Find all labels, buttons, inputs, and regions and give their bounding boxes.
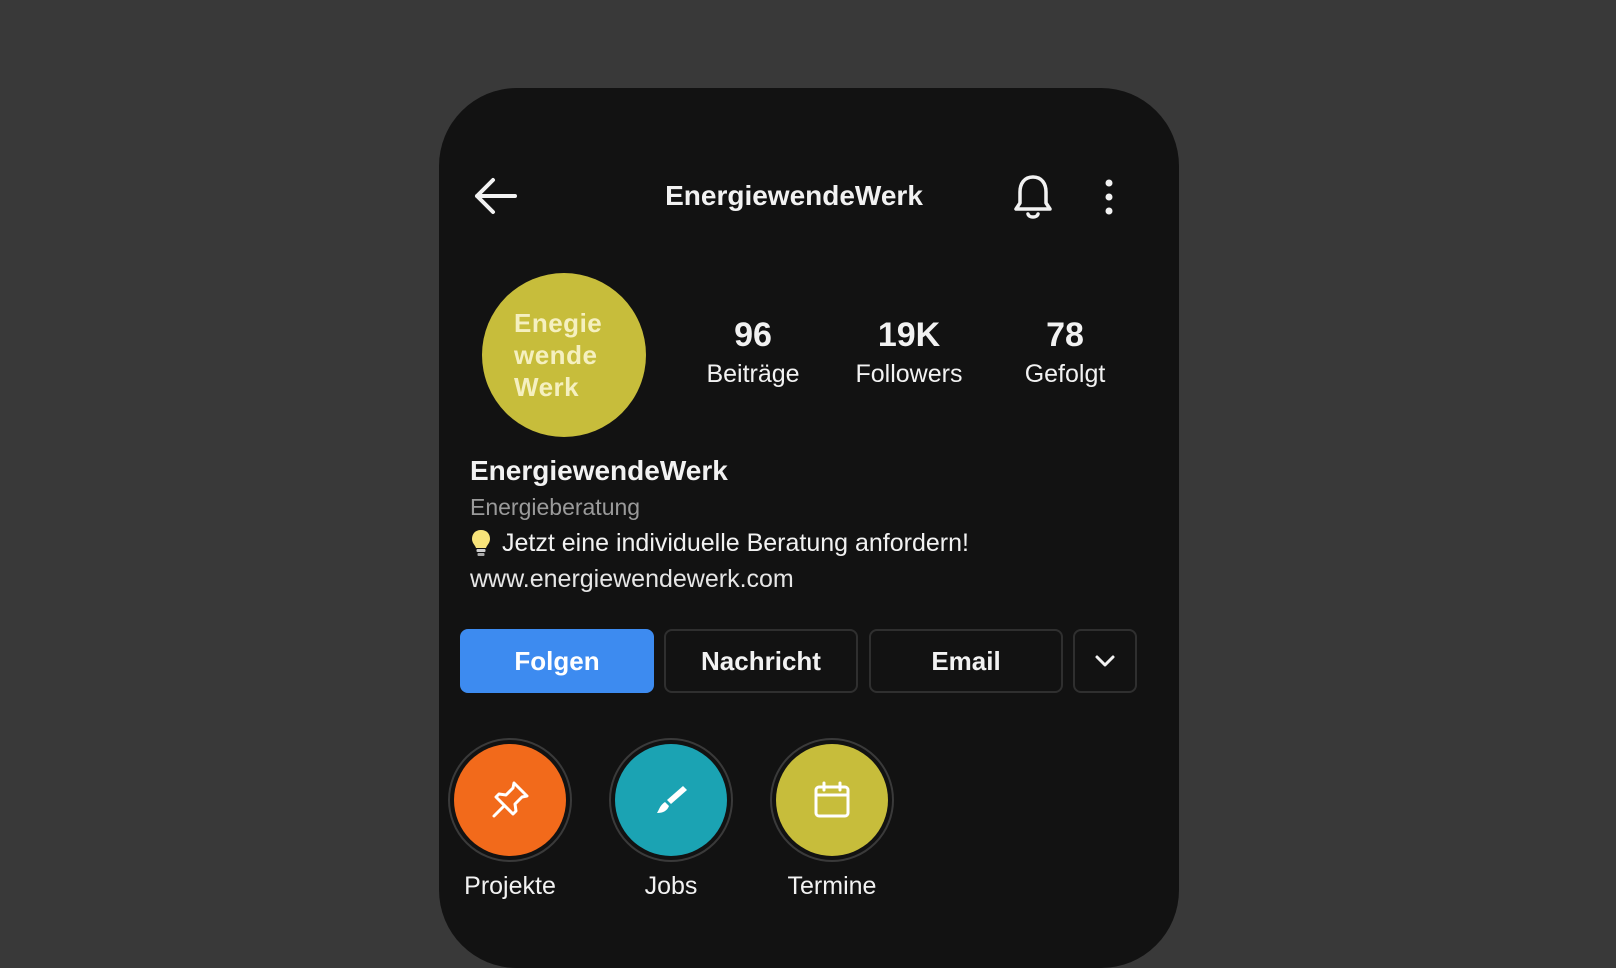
stat-posts-label: Beiträge <box>706 360 800 388</box>
highlight-ring <box>609 738 733 862</box>
pin-icon <box>492 781 529 818</box>
email-button[interactable]: Email <box>869 629 1063 693</box>
follow-button[interactable]: Folgen <box>460 629 654 693</box>
highlight-ring <box>448 738 572 862</box>
back-arrow-icon[interactable] <box>469 174 521 218</box>
profile-avatar[interactable]: Enegie wende Werk <box>482 273 646 437</box>
stat-followers-value: 19K <box>877 316 941 354</box>
stat-followers-label: Followers <box>855 360 963 388</box>
stat-posts-value: 96 <box>734 316 772 354</box>
avatar-line-3: Werk <box>514 372 580 402</box>
message-button[interactable]: Nachricht <box>664 629 858 693</box>
highlight-label: Jobs <box>644 872 698 900</box>
profile-name: EnergiewendeWerk <box>470 455 728 486</box>
avatar-line-1: Enegie <box>514 308 603 338</box>
stat-following-value: 78 <box>1046 316 1084 354</box>
profile-category: Energieberatung <box>470 494 641 520</box>
more-options-icon[interactable] <box>1101 176 1117 218</box>
brush-icon <box>657 786 687 813</box>
profile-title: EnergiewendeWerk <box>665 180 923 211</box>
stat-following[interactable]: 78 Gefolgt <box>990 315 1140 391</box>
highlight-circle <box>615 744 727 856</box>
lightbulb-icon <box>472 530 490 556</box>
highlight-label: Projekte <box>464 872 556 900</box>
highlight-label: Termine <box>787 872 877 900</box>
highlight-projects[interactable]: Projekte <box>445 738 575 901</box>
highlight-ring <box>770 738 894 862</box>
highlight-events[interactable]: Termine <box>767 738 897 901</box>
calendar-icon <box>814 781 850 818</box>
stat-posts[interactable]: 96 Beiträge <box>678 315 828 391</box>
bell-icon[interactable] <box>1011 172 1055 222</box>
profile-bio: Jetzt eine individuelle Beratung anforde… <box>470 528 969 558</box>
profile-bio-text: Jetzt eine individuelle Beratung anforde… <box>502 528 969 557</box>
stat-following-label: Gefolgt <box>1024 360 1106 388</box>
avatar-logo-text: Enegie wende Werk <box>514 307 614 403</box>
chevron-down-icon <box>1095 655 1115 667</box>
profile-website-link[interactable]: www.energiewendewerk.com <box>470 565 794 594</box>
highlight-jobs[interactable]: Jobs <box>606 738 736 901</box>
highlight-circle <box>454 744 566 856</box>
avatar-line-2: wende <box>514 340 598 370</box>
phone-frame: EnergiewendeWerk Enegie wende Werk 96 Be… <box>439 88 1179 968</box>
stat-followers[interactable]: 19K Followers <box>834 315 984 391</box>
highlight-circle <box>776 744 888 856</box>
suggestions-dropdown-button[interactable] <box>1073 629 1137 693</box>
